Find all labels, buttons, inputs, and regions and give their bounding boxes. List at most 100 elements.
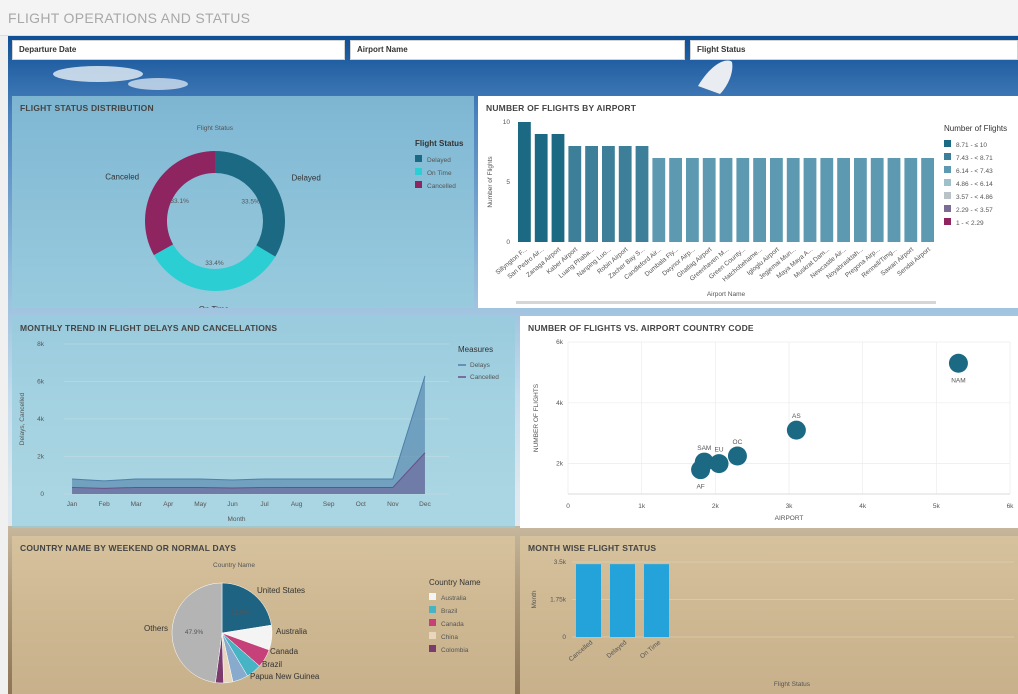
filter-label: Flight Status [697, 45, 746, 54]
legend-label: Canada [441, 621, 464, 628]
y-tick-label: 8k [37, 341, 45, 348]
x-tick-label: 2k [712, 503, 720, 510]
country-pie-chart: Country Name 22.5% United States Australia C… [144, 562, 481, 684]
y-tick-label: 4k [556, 400, 564, 407]
legend-swatch [944, 205, 951, 212]
x-tick-label: 6k [1007, 503, 1015, 510]
legend-swatch [944, 153, 951, 160]
x-tick-label: Feb [99, 501, 111, 508]
filter-flight-status[interactable]: Flight Status [690, 40, 1018, 60]
panel-country-weekend: COUNTRY NAME BY WEEKEND OR NORMAL DAYS C… [12, 536, 515, 694]
bar [652, 158, 666, 242]
x-tick-label: 3k [786, 503, 794, 510]
bar [602, 146, 615, 242]
donut-slice [153, 244, 276, 292]
y-tick-label: 4k [37, 416, 45, 423]
point-label: AF [696, 484, 704, 491]
bar [719, 158, 733, 242]
legend-label: 7.43 - < 8.71 [956, 155, 993, 162]
legend-swatch [415, 181, 422, 188]
slice-outer-label: Canceled [105, 172, 139, 181]
x-axis-label: Airport Name [707, 291, 746, 298]
x-tick-label: Jul [260, 501, 269, 508]
filter-departure-date[interactable]: Departure Date [12, 40, 345, 60]
legend-swatch [944, 192, 951, 199]
legend-swatch [429, 606, 436, 613]
bar [686, 158, 699, 242]
panel-flight-status-distribution: FLIGHT STATUS DISTRIBUTION Flight Status… [12, 96, 474, 308]
scatter-point [709, 454, 729, 474]
bar [534, 134, 548, 242]
y-axis-label: Number of Flights [487, 156, 494, 208]
slice-value-label: 33.5% [241, 199, 260, 206]
bar [518, 122, 531, 242]
legend-label: Delays [470, 362, 491, 369]
x-tick-label: Jan [67, 501, 78, 508]
x-tick-label: Apr [163, 501, 174, 508]
legend-title: Flight Status [415, 139, 464, 148]
slice-outer-label: Delayed [291, 173, 320, 182]
legend-label: 4.86 - < 6.14 [956, 181, 993, 188]
x-axis-label: Month [227, 516, 245, 523]
slice-value-label: 22.5% [231, 610, 250, 617]
slice-outer-label: Canada [270, 647, 299, 656]
point-label: OC [733, 439, 743, 446]
panel-monthly-trend: MONTHLY TREND IN FLIGHT DELAYS AND CANCE… [12, 316, 515, 528]
bar [887, 158, 901, 242]
x-tick-label: Oct [356, 501, 366, 508]
x-tick-label: Dec [419, 501, 431, 508]
slice-value-label: 47.9% [185, 629, 204, 636]
area-series-line [72, 375, 426, 482]
y-axis-label: NUMBER OF FLIGHTS [533, 383, 540, 452]
panel-flights-vs-country: NUMBER OF FLIGHTS VS. AIRPORT COUNTRY CO… [520, 316, 1018, 528]
scatter-point [786, 420, 806, 440]
y-axis-label: Month [531, 590, 538, 608]
month-status-bar-chart: 0 1.75k 3.5k Month Cancelled Delayed On Time Fl… [531, 559, 1014, 688]
bar [585, 146, 598, 242]
panel-month-wise-status: MONTH WISE FLIGHT STATUS 0 1.75k 3.5k Month… [520, 536, 1018, 694]
slice-outer-label: On Time [199, 305, 230, 308]
y-tick-label: 1.75k [550, 597, 567, 604]
airport-bar-chart: 0510Number of FlightsSillyngton F...San … [487, 119, 1007, 304]
filter-airport-name[interactable]: Airport Name [350, 40, 685, 60]
bar [921, 158, 934, 242]
bar [702, 158, 716, 242]
bar [736, 158, 750, 242]
legend-label: 8.71 - ≤ 10 [956, 142, 987, 149]
legend-title: Country Name [429, 578, 481, 587]
point-label: SAM [697, 445, 711, 452]
scatter-point [727, 446, 747, 466]
x-tick-label: 4k [859, 503, 867, 510]
bar [820, 158, 834, 242]
area-series-fill [72, 375, 425, 494]
legend-swatch [429, 593, 436, 600]
y-tick-label: 6k [556, 339, 564, 346]
bar [551, 134, 565, 242]
bar [568, 146, 582, 242]
bar [753, 158, 766, 242]
monthly-area-chart: 0 2k 4k 6k 8k Delays, Cancelled Jan Feb Mar Apr Ma… [19, 341, 499, 523]
title-bar: FLIGHT OPERATIONS AND STATUS [0, 0, 1018, 36]
y-tick-label: 2k [556, 461, 564, 468]
y-tick-label: 0 [506, 239, 510, 246]
legend-swatch [944, 140, 951, 147]
bar [610, 564, 635, 637]
legend-label: 3.57 - < 4.86 [956, 194, 993, 201]
x-tick-label: 5k [933, 503, 941, 510]
x-tick-label: Jun [227, 501, 238, 508]
bar [786, 158, 800, 242]
slice-outer-label: Others [144, 624, 168, 633]
x-tick-label: Aug [291, 501, 303, 508]
y-tick-label: 6k [37, 379, 45, 386]
bar [576, 564, 601, 637]
y-tick-label: 2k [37, 454, 45, 461]
slice-value-label: 33.1% [170, 198, 189, 205]
y-tick-label: 10 [503, 119, 511, 126]
y-tick-label: 0 [562, 634, 566, 641]
legend-swatch [429, 619, 436, 626]
slice-outer-label: United States [257, 586, 305, 595]
point-label: EU [715, 447, 724, 454]
legend-label: Cancelled [427, 183, 456, 190]
legend-label: China [441, 634, 458, 641]
slice-outer-label: Papua New Guinea [250, 672, 320, 681]
